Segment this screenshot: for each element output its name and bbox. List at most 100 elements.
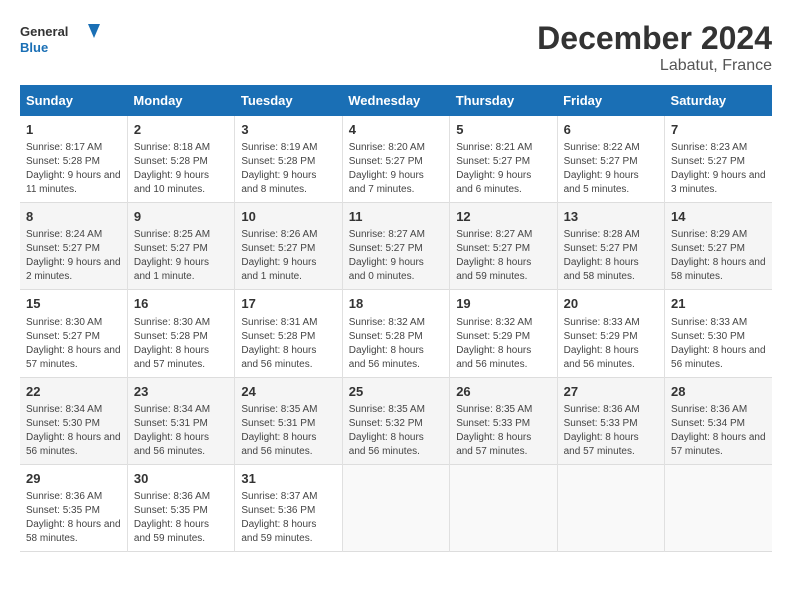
day-info: Sunrise: 8:24 AM Sunset: 5:27 PM Dayligh… xyxy=(26,228,121,284)
page-header: General Blue December 2024 Labatut, Fran… xyxy=(20,20,772,75)
day-info: Sunrise: 8:26 AM Sunset: 5:27 PM Dayligh… xyxy=(241,228,335,284)
calendar-day-30: 30 Sunrise: 8:36 AM Sunset: 5:35 PM Dayl… xyxy=(127,464,234,551)
calendar-day-1: 1 Sunrise: 8:17 AM Sunset: 5:28 PM Dayli… xyxy=(20,116,127,203)
calendar-day-28: 28 Sunrise: 8:36 AM Sunset: 5:34 PM Dayl… xyxy=(665,377,772,464)
day-info: Sunrise: 8:35 AM Sunset: 5:33 PM Dayligh… xyxy=(456,403,550,459)
calendar-day-7: 7 Sunrise: 8:23 AM Sunset: 5:27 PM Dayli… xyxy=(665,116,772,203)
svg-text:Blue: Blue xyxy=(20,40,48,55)
calendar-day-25: 25 Sunrise: 8:35 AM Sunset: 5:32 PM Dayl… xyxy=(342,377,449,464)
day-number: 2 xyxy=(134,121,228,139)
day-info: Sunrise: 8:32 AM Sunset: 5:28 PM Dayligh… xyxy=(349,316,443,372)
location-subtitle: Labatut, France xyxy=(537,57,772,75)
day-info: Sunrise: 8:37 AM Sunset: 5:36 PM Dayligh… xyxy=(241,490,335,546)
calendar-day-6: 6 Sunrise: 8:22 AM Sunset: 5:27 PM Dayli… xyxy=(557,116,664,203)
calendar-day-16: 16 Sunrise: 8:30 AM Sunset: 5:28 PM Dayl… xyxy=(127,290,234,377)
day-number: 20 xyxy=(564,295,658,313)
calendar-day-18: 18 Sunrise: 8:32 AM Sunset: 5:28 PM Dayl… xyxy=(342,290,449,377)
header-saturday: Saturday xyxy=(665,85,772,116)
calendar-day-20: 20 Sunrise: 8:33 AM Sunset: 5:29 PM Dayl… xyxy=(557,290,664,377)
calendar-day-14: 14 Sunrise: 8:29 AM Sunset: 5:27 PM Dayl… xyxy=(665,203,772,290)
day-info: Sunrise: 8:18 AM Sunset: 5:28 PM Dayligh… xyxy=(134,141,228,197)
calendar-week-5: 29 Sunrise: 8:36 AM Sunset: 5:35 PM Dayl… xyxy=(20,464,772,551)
day-info: Sunrise: 8:19 AM Sunset: 5:28 PM Dayligh… xyxy=(241,141,335,197)
calendar-day-12: 12 Sunrise: 8:27 AM Sunset: 5:27 PM Dayl… xyxy=(450,203,557,290)
calendar-day-29: 29 Sunrise: 8:36 AM Sunset: 5:35 PM Dayl… xyxy=(20,464,127,551)
empty-cell xyxy=(450,464,557,551)
calendar-day-31: 31 Sunrise: 8:37 AM Sunset: 5:36 PM Dayl… xyxy=(235,464,342,551)
calendar-week-3: 15 Sunrise: 8:30 AM Sunset: 5:27 PM Dayl… xyxy=(20,290,772,377)
day-number: 22 xyxy=(26,383,121,401)
calendar-day-5: 5 Sunrise: 8:21 AM Sunset: 5:27 PM Dayli… xyxy=(450,116,557,203)
logo-svg: General Blue xyxy=(20,20,100,60)
header-sunday: Sunday xyxy=(20,85,127,116)
day-info: Sunrise: 8:17 AM Sunset: 5:28 PM Dayligh… xyxy=(26,141,121,197)
calendar-day-23: 23 Sunrise: 8:34 AM Sunset: 5:31 PM Dayl… xyxy=(127,377,234,464)
day-info: Sunrise: 8:33 AM Sunset: 5:29 PM Dayligh… xyxy=(564,316,658,372)
header-friday: Friday xyxy=(557,85,664,116)
day-info: Sunrise: 8:27 AM Sunset: 5:27 PM Dayligh… xyxy=(456,228,550,284)
day-number: 29 xyxy=(26,470,121,488)
day-number: 7 xyxy=(671,121,766,139)
day-info: Sunrise: 8:36 AM Sunset: 5:34 PM Dayligh… xyxy=(671,403,766,459)
day-number: 18 xyxy=(349,295,443,313)
calendar-week-1: 1 Sunrise: 8:17 AM Sunset: 5:28 PM Dayli… xyxy=(20,116,772,203)
day-number: 30 xyxy=(134,470,228,488)
calendar-day-24: 24 Sunrise: 8:35 AM Sunset: 5:31 PM Dayl… xyxy=(235,377,342,464)
day-number: 6 xyxy=(564,121,658,139)
day-info: Sunrise: 8:22 AM Sunset: 5:27 PM Dayligh… xyxy=(564,141,658,197)
header-wednesday: Wednesday xyxy=(342,85,449,116)
day-number: 28 xyxy=(671,383,766,401)
day-number: 3 xyxy=(241,121,335,139)
day-info: Sunrise: 8:28 AM Sunset: 5:27 PM Dayligh… xyxy=(564,228,658,284)
header-monday: Monday xyxy=(127,85,234,116)
day-number: 10 xyxy=(241,208,335,226)
day-number: 12 xyxy=(456,208,550,226)
header-tuesday: Tuesday xyxy=(235,85,342,116)
calendar-day-15: 15 Sunrise: 8:30 AM Sunset: 5:27 PM Dayl… xyxy=(20,290,127,377)
day-info: Sunrise: 8:32 AM Sunset: 5:29 PM Dayligh… xyxy=(456,316,550,372)
calendar-day-17: 17 Sunrise: 8:31 AM Sunset: 5:28 PM Dayl… xyxy=(235,290,342,377)
title-block: December 2024 Labatut, France xyxy=(537,20,772,75)
calendar-table: Sunday Monday Tuesday Wednesday Thursday… xyxy=(20,85,772,552)
calendar-day-4: 4 Sunrise: 8:20 AM Sunset: 5:27 PM Dayli… xyxy=(342,116,449,203)
calendar-header-row: Sunday Monday Tuesday Wednesday Thursday… xyxy=(20,85,772,116)
calendar-week-4: 22 Sunrise: 8:34 AM Sunset: 5:30 PM Dayl… xyxy=(20,377,772,464)
svg-text:General: General xyxy=(20,24,68,39)
day-number: 5 xyxy=(456,121,550,139)
month-year-title: December 2024 xyxy=(537,20,772,57)
calendar-day-27: 27 Sunrise: 8:36 AM Sunset: 5:33 PM Dayl… xyxy=(557,377,664,464)
day-info: Sunrise: 8:30 AM Sunset: 5:28 PM Dayligh… xyxy=(134,316,228,372)
day-info: Sunrise: 8:20 AM Sunset: 5:27 PM Dayligh… xyxy=(349,141,443,197)
day-number: 17 xyxy=(241,295,335,313)
calendar-day-2: 2 Sunrise: 8:18 AM Sunset: 5:28 PM Dayli… xyxy=(127,116,234,203)
day-info: Sunrise: 8:35 AM Sunset: 5:32 PM Dayligh… xyxy=(349,403,443,459)
day-number: 25 xyxy=(349,383,443,401)
empty-cell xyxy=(557,464,664,551)
day-info: Sunrise: 8:36 AM Sunset: 5:35 PM Dayligh… xyxy=(134,490,228,546)
day-info: Sunrise: 8:30 AM Sunset: 5:27 PM Dayligh… xyxy=(26,316,121,372)
day-info: Sunrise: 8:27 AM Sunset: 5:27 PM Dayligh… xyxy=(349,228,443,284)
day-number: 26 xyxy=(456,383,550,401)
day-number: 14 xyxy=(671,208,766,226)
day-info: Sunrise: 8:36 AM Sunset: 5:35 PM Dayligh… xyxy=(26,490,121,546)
empty-cell xyxy=(665,464,772,551)
day-number: 8 xyxy=(26,208,121,226)
calendar-day-9: 9 Sunrise: 8:25 AM Sunset: 5:27 PM Dayli… xyxy=(127,203,234,290)
calendar-day-19: 19 Sunrise: 8:32 AM Sunset: 5:29 PM Dayl… xyxy=(450,290,557,377)
day-number: 1 xyxy=(26,121,121,139)
header-thursday: Thursday xyxy=(450,85,557,116)
calendar-day-11: 11 Sunrise: 8:27 AM Sunset: 5:27 PM Dayl… xyxy=(342,203,449,290)
day-info: Sunrise: 8:31 AM Sunset: 5:28 PM Dayligh… xyxy=(241,316,335,372)
calendar-day-10: 10 Sunrise: 8:26 AM Sunset: 5:27 PM Dayl… xyxy=(235,203,342,290)
day-number: 16 xyxy=(134,295,228,313)
day-number: 23 xyxy=(134,383,228,401)
calendar-day-3: 3 Sunrise: 8:19 AM Sunset: 5:28 PM Dayli… xyxy=(235,116,342,203)
day-info: Sunrise: 8:21 AM Sunset: 5:27 PM Dayligh… xyxy=(456,141,550,197)
day-info: Sunrise: 8:36 AM Sunset: 5:33 PM Dayligh… xyxy=(564,403,658,459)
day-number: 13 xyxy=(564,208,658,226)
day-info: Sunrise: 8:25 AM Sunset: 5:27 PM Dayligh… xyxy=(134,228,228,284)
calendar-day-22: 22 Sunrise: 8:34 AM Sunset: 5:30 PM Dayl… xyxy=(20,377,127,464)
empty-cell xyxy=(342,464,449,551)
day-number: 27 xyxy=(564,383,658,401)
day-number: 31 xyxy=(241,470,335,488)
